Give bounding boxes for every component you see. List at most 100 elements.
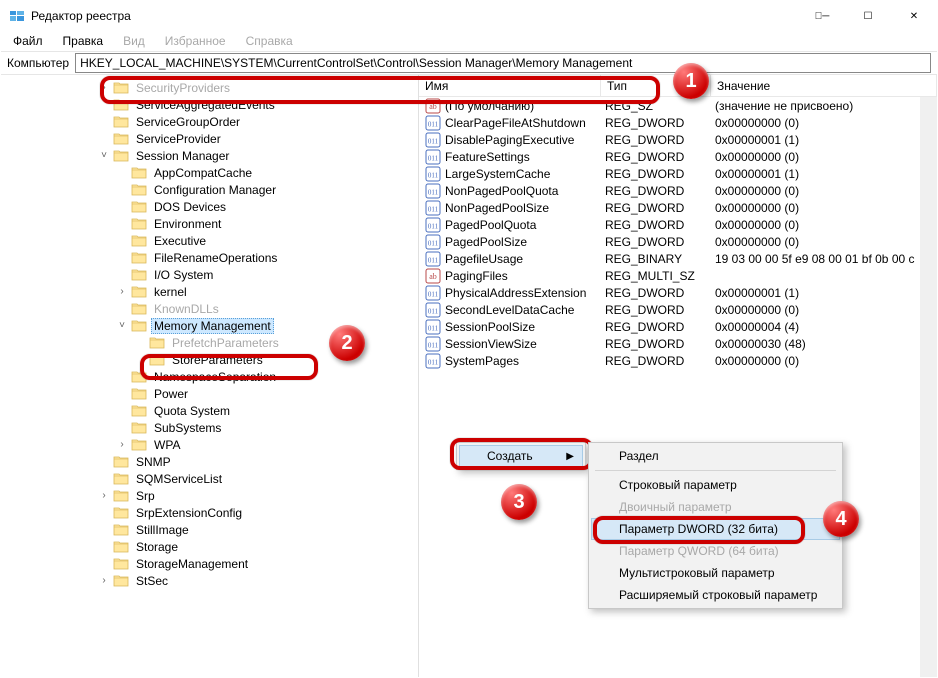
submenu-item[interactable]: Раздел bbox=[591, 445, 840, 467]
tree-item[interactable]: ›StSec bbox=[7, 572, 418, 589]
value-row[interactable]: 011PagedPoolQuotaREG_DWORD0x00000000 (0) bbox=[419, 216, 937, 233]
tree-item[interactable]: NamespaceSeparation bbox=[7, 368, 418, 385]
expander-icon[interactable]: › bbox=[115, 438, 129, 452]
value-row[interactable]: 011DisablePagingExecutiveREG_DWORD0x0000… bbox=[419, 131, 937, 148]
value-row[interactable]: 011SessionViewSizeREG_DWORD0x00000030 (4… bbox=[419, 335, 937, 352]
folder-icon bbox=[113, 97, 129, 113]
tree-item[interactable]: Executive bbox=[7, 232, 418, 249]
folder-icon bbox=[113, 556, 129, 572]
close-button[interactable]: ✕ bbox=[891, 1, 937, 31]
tree-item[interactable]: ˅ Memory Management bbox=[7, 317, 418, 334]
tree-item[interactable]: Environment bbox=[7, 215, 418, 232]
expander-icon[interactable]: › bbox=[97, 489, 111, 503]
value-row[interactable]: 011FeatureSettingsREG_DWORD0x00000000 (0… bbox=[419, 148, 937, 165]
value-row[interactable]: 011ClearPageFileAtShutdownREG_DWORD0x000… bbox=[419, 114, 937, 131]
tree-item[interactable]: ˅Session Manager bbox=[7, 147, 418, 164]
value-data: 0x00000000 (0) bbox=[715, 235, 937, 249]
folder-icon bbox=[131, 182, 147, 198]
tree-item-label: SrpExtensionConfig bbox=[133, 506, 245, 520]
tree-item[interactable]: SubSystems bbox=[7, 419, 418, 436]
col-type[interactable]: Тип bbox=[601, 75, 711, 96]
submenu-item[interactable]: Расширяемый строковый параметр bbox=[591, 584, 840, 606]
value-icon: 011 bbox=[425, 336, 441, 352]
menu-edit[interactable]: Правка bbox=[57, 33, 110, 49]
menu-view[interactable]: Вид bbox=[117, 33, 151, 49]
tree-item[interactable]: FileRenameOperations bbox=[7, 249, 418, 266]
tree-item[interactable]: SrpExtensionConfig bbox=[7, 504, 418, 521]
col-name[interactable]: Имя bbox=[419, 75, 601, 96]
folder-icon bbox=[131, 284, 147, 300]
tree-item[interactable]: ServiceAggregatedEvents bbox=[7, 96, 418, 113]
value-name: FeatureSettings bbox=[445, 150, 605, 164]
submenu-item[interactable]: Строковый параметр bbox=[591, 474, 840, 496]
tree-item[interactable]: Power bbox=[7, 385, 418, 402]
tree-item[interactable]: Quota System bbox=[7, 402, 418, 419]
submenu-item[interactable]: Мультистроковый параметр bbox=[591, 562, 840, 584]
tree-item-label: ServiceProvider bbox=[133, 132, 224, 146]
tree-pane[interactable]: ›SecurityProvidersServiceAggregatedEvent… bbox=[1, 75, 419, 678]
address-path: HKEY_LOCAL_MACHINE\SYSTEM\CurrentControl… bbox=[80, 56, 632, 70]
expander-icon[interactable]: › bbox=[115, 285, 129, 299]
list-body[interactable]: ab(По умолчанию)REG_SZ(значение не присв… bbox=[419, 97, 937, 369]
tree-item[interactable]: PrefetchParameters bbox=[7, 334, 418, 351]
tree-item-label: NamespaceSeparation bbox=[151, 370, 279, 384]
value-row[interactable]: 011PhysicalAddressExtensionREG_DWORD0x00… bbox=[419, 284, 937, 301]
value-row[interactable]: 011NonPagedPoolSizeREG_DWORD0x00000000 (… bbox=[419, 199, 937, 216]
tree-item[interactable]: I/O System bbox=[7, 266, 418, 283]
context-menu-new: Создать ▶ bbox=[456, 442, 586, 470]
minimize-button[interactable]: ─ bbox=[799, 1, 845, 31]
value-row[interactable]: abPagingFilesREG_MULTI_SZ bbox=[419, 267, 937, 284]
value-row[interactable]: 011PagefileUsageREG_BINARY19 03 00 00 5f… bbox=[419, 250, 937, 267]
tree-item[interactable]: ServiceProvider bbox=[7, 130, 418, 147]
tree-item[interactable]: StoreParameters bbox=[7, 351, 418, 368]
value-type: REG_DWORD bbox=[605, 218, 715, 232]
svg-text:011: 011 bbox=[428, 205, 439, 213]
tree-item-label: Memory Management bbox=[151, 318, 274, 334]
menu-item-new[interactable]: Создать ▶ bbox=[459, 445, 583, 467]
tree-item[interactable]: SNMP bbox=[7, 453, 418, 470]
scrollbar-vertical[interactable] bbox=[920, 97, 937, 678]
value-row[interactable]: 011LargeSystemCacheREG_DWORD0x00000001 (… bbox=[419, 165, 937, 182]
value-row[interactable]: ab(По умолчанию)REG_SZ(значение не присв… bbox=[419, 97, 937, 114]
expander-icon[interactable]: ˅ bbox=[97, 149, 111, 163]
value-row[interactable]: 011NonPagedPoolQuotaREG_DWORD0x00000000 … bbox=[419, 182, 937, 199]
folder-icon bbox=[131, 420, 147, 436]
value-name: ClearPageFileAtShutdown bbox=[445, 116, 605, 130]
value-name: DisablePagingExecutive bbox=[445, 133, 605, 147]
tree-item[interactable]: StorageManagement bbox=[7, 555, 418, 572]
tree-item[interactable]: KnownDLLs bbox=[7, 300, 418, 317]
tree-item[interactable]: ›Srp bbox=[7, 487, 418, 504]
tree-item[interactable]: DOS Devices bbox=[7, 198, 418, 215]
submenu-item[interactable]: Двоичный параметр bbox=[591, 496, 840, 518]
col-value[interactable]: Значение bbox=[711, 75, 937, 96]
tree-item[interactable]: Configuration Manager bbox=[7, 181, 418, 198]
tree-item[interactable]: ›WPA bbox=[7, 436, 418, 453]
tree-item[interactable]: ›kernel bbox=[7, 283, 418, 300]
address-input[interactable]: HKEY_LOCAL_MACHINE\SYSTEM\CurrentControl… bbox=[75, 53, 931, 73]
tree-item[interactable]: SQMServiceList bbox=[7, 470, 418, 487]
window-buttons: ─ ☐ ✕ bbox=[799, 1, 937, 31]
submenu-item[interactable]: Параметр QWORD (64 бита) bbox=[591, 540, 840, 562]
tree-item-label: SubSystems bbox=[151, 421, 224, 435]
tree-item-label: AppCompatCache bbox=[151, 166, 255, 180]
maximize-button[interactable]: ☐ bbox=[845, 1, 891, 31]
folder-icon bbox=[131, 165, 147, 181]
value-row[interactable]: 011SystemPagesREG_DWORD0x00000000 (0) bbox=[419, 352, 937, 369]
tree-item[interactable]: Storage bbox=[7, 538, 418, 555]
expander-icon[interactable]: › bbox=[97, 81, 111, 95]
tree-item[interactable]: ›SecurityProviders bbox=[7, 79, 418, 96]
menu-fav[interactable]: Избранное bbox=[159, 33, 232, 49]
tree-item-label: Executive bbox=[151, 234, 209, 248]
tree-item[interactable]: StillImage bbox=[7, 521, 418, 538]
value-type: REG_DWORD bbox=[605, 150, 715, 164]
expander-icon[interactable]: ˅ bbox=[115, 319, 129, 333]
value-row[interactable]: 011PagedPoolSizeREG_DWORD0x00000000 (0) bbox=[419, 233, 937, 250]
tree-item[interactable]: ServiceGroupOrder bbox=[7, 113, 418, 130]
menu-file[interactable]: Файл bbox=[7, 33, 49, 49]
value-row[interactable]: 011SecondLevelDataCacheREG_DWORD0x000000… bbox=[419, 301, 937, 318]
submenu-item-dword[interactable]: Параметр DWORD (32 бита) bbox=[591, 518, 840, 540]
menu-help[interactable]: Справка bbox=[240, 33, 299, 49]
expander-icon[interactable]: › bbox=[97, 574, 111, 588]
value-row[interactable]: 011SessionPoolSizeREG_DWORD0x00000004 (4… bbox=[419, 318, 937, 335]
tree-item[interactable]: AppCompatCache bbox=[7, 164, 418, 181]
